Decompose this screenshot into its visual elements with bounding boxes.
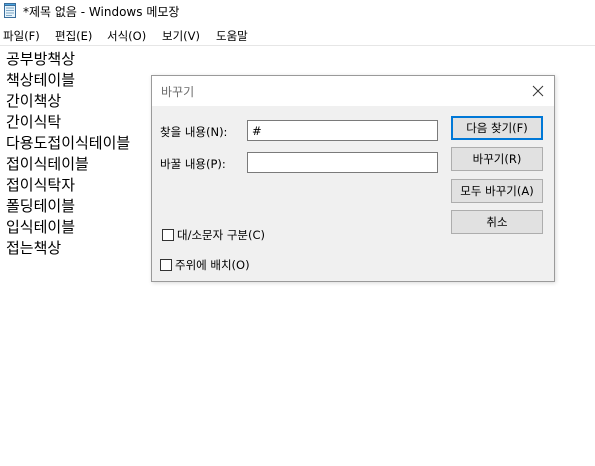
editor-line: 간이책상 <box>6 92 62 110</box>
window-title: *제목 없음 - Windows 메모장 <box>23 5 180 19</box>
close-icon[interactable] <box>528 81 548 101</box>
editor-line: 접이식탁자 <box>6 176 76 194</box>
replace-dialog: 바꾸기 찾을 내용(N): 바꿀 내용(P): 다음 찾기(F) 바꾸기(R) … <box>151 75 555 282</box>
wrap-around-label[interactable]: 주위에 배치(O) <box>175 257 250 273</box>
menu-bar: 파일(F) 편집(E) 서식(O) 보기(V) 도움말 <box>0 25 595 45</box>
find-input[interactable] <box>247 120 438 141</box>
menu-view[interactable]: 보기(V) <box>162 28 200 44</box>
editor-line: 간이식탁 <box>6 113 62 131</box>
menu-file[interactable]: 파일(F) <box>3 28 40 44</box>
menu-help[interactable]: 도움말 <box>216 28 248 44</box>
match-case-label[interactable]: 대/소문자 구분(C) <box>177 227 265 243</box>
replace-all-button[interactable]: 모두 바꾸기(A) <box>451 179 543 203</box>
notepad-icon <box>4 3 16 18</box>
replace-label: 바꿀 내용(P): <box>160 157 226 171</box>
replace-button[interactable]: 바꾸기(R) <box>451 147 543 171</box>
wrap-around-checkbox[interactable] <box>160 259 172 271</box>
menu-edit[interactable]: 편집(E) <box>55 28 92 44</box>
cancel-button[interactable]: 취소 <box>451 210 543 234</box>
find-label: 찾을 내용(N): <box>160 125 228 139</box>
title-bar: *제목 없음 - Windows 메모장 <box>0 0 595 22</box>
dialog-title: 바꾸기 <box>161 85 195 99</box>
editor-line: 책상테이블 <box>6 71 76 89</box>
replace-input[interactable] <box>247 152 438 173</box>
editor-line: 입식테이블 <box>6 218 76 236</box>
editor-line: 다용도접이식테이블 <box>6 134 131 152</box>
find-next-button[interactable]: 다음 찾기(F) <box>451 116 543 140</box>
editor-line: 폴딩테이블 <box>6 197 76 215</box>
match-case-checkbox[interactable] <box>162 229 174 241</box>
editor-line: 접는책상 <box>6 239 62 257</box>
notepad-window: *제목 없음 - Windows 메모장 파일(F) 편집(E) 서식(O) 보… <box>0 0 595 466</box>
editor-line: 공부방책상 <box>6 50 76 68</box>
editor-line: 접이식테이블 <box>6 155 89 173</box>
dialog-title-bar[interactable]: 바꾸기 <box>152 76 554 106</box>
menu-format[interactable]: 서식(O) <box>107 28 146 44</box>
